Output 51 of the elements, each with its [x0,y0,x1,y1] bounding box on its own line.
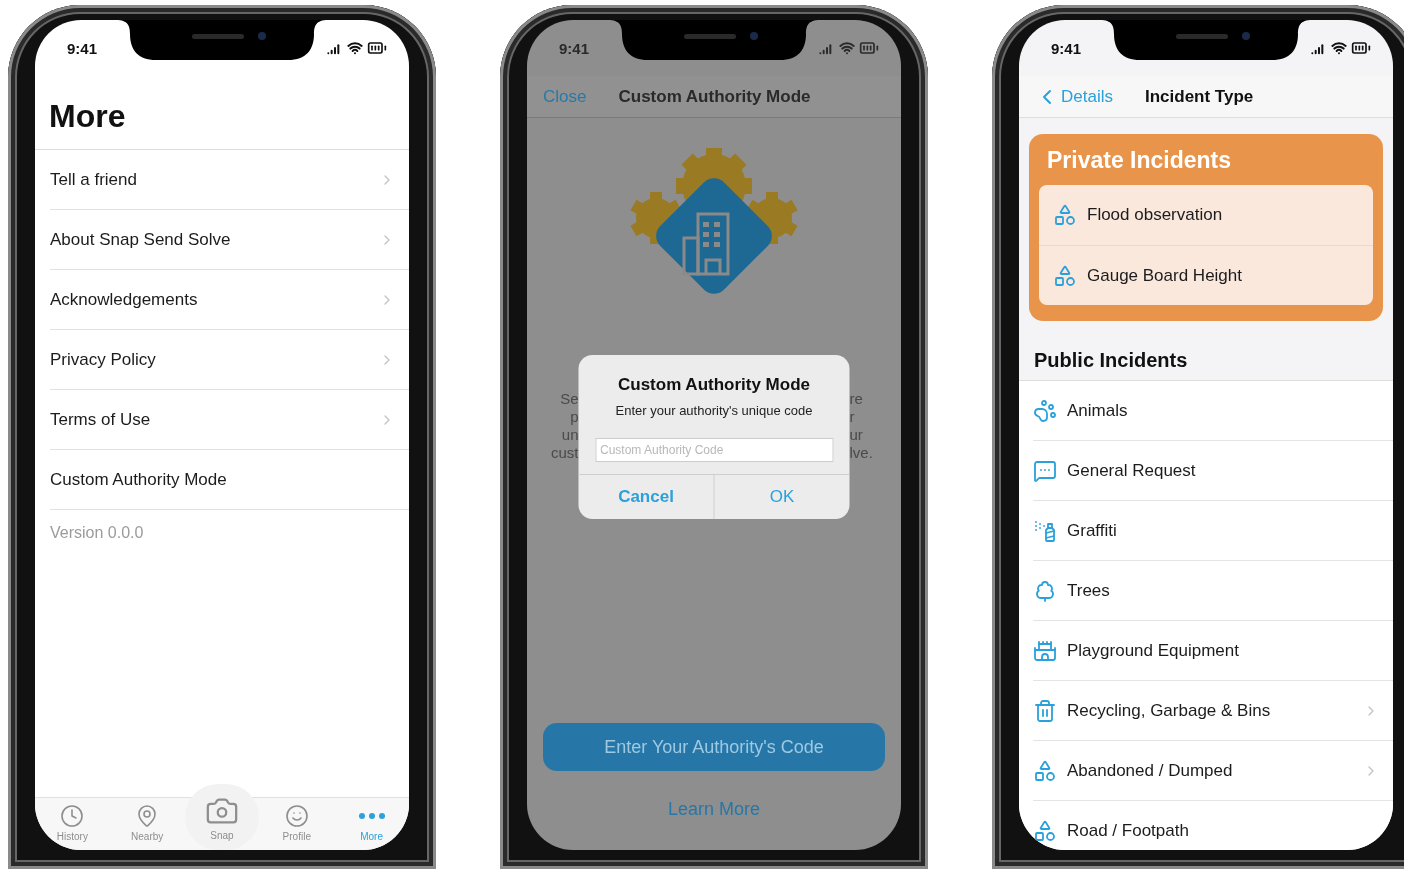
page-title: More [35,76,409,150]
shapes-icon [1053,263,1077,288]
version-text: Version 0.0.0 [49,523,145,542]
text-fragment: p [570,408,579,426]
chat-bubble-icon [1033,458,1057,483]
castle-icon [1033,638,1057,663]
paw-print-icon [1033,398,1057,423]
tree-icon [1033,578,1057,603]
incident-row[interactable]: Playground Equipment [1033,621,1393,681]
text-fragment: lve. [849,444,873,462]
incident-row[interactable]: Graffiti [1033,501,1393,561]
trash-bin-icon [1033,698,1057,723]
text-fragment: cust [551,444,579,462]
incident-row[interactable]: General Request [1033,441,1393,501]
incident-row[interactable]: Abandoned / Dumped [1033,741,1393,801]
status-time: 9:41 [1051,39,1082,57]
clock-icon [60,804,85,828]
incident-row[interactable]: Trees [1033,561,1393,621]
dialog-title: Custom Authority Mode [618,375,810,395]
shapes-icon [1033,818,1057,843]
code-input-field[interactable]: Custom Authority Code [595,438,833,462]
text-fragment: ur [849,426,863,444]
wifi-icon [347,40,363,56]
status-time: 9:41 [67,39,98,57]
incident-row[interactable]: Flood observation [1039,185,1373,245]
nav-title: Incident Type [1144,86,1254,107]
text-fragment: Se [560,390,579,408]
incident-row[interactable]: Recycling, Garbage & Bins [1033,681,1393,741]
smiley-icon [284,804,309,828]
spray-can-icon [1033,518,1057,543]
nav-title: Custom Authority Mode [618,86,811,107]
wifi-icon [839,40,855,56]
shapes-icon [1033,758,1057,783]
card-title: Private Incidents [1046,146,1233,175]
dialog-message: Enter your authority's unique code [615,403,813,418]
incident-row[interactable]: Road / Footpath [1033,801,1393,850]
wifi-icon [1331,40,1347,56]
shapes-icon [1053,203,1077,227]
menu-row[interactable]: About Snap Send Solve [50,210,409,270]
more-icon [358,813,385,819]
incident-row[interactable]: Gauge Board Height [1039,245,1373,305]
menu-row[interactable]: Acknowledgements [50,270,409,330]
incident-row[interactable]: Animals [1033,381,1393,441]
text-fragment: un [561,426,579,444]
text-fragment: re [849,390,863,408]
menu-row[interactable]: Custom Authority Mode [50,450,409,510]
menu-row[interactable]: Privacy Policy [50,330,409,390]
status-time: 9:41 [559,39,590,57]
text-fragment: r [849,408,855,426]
menu-row[interactable]: Terms of Use [50,390,409,450]
menu-row[interactable]: Tell a friend [50,150,409,210]
